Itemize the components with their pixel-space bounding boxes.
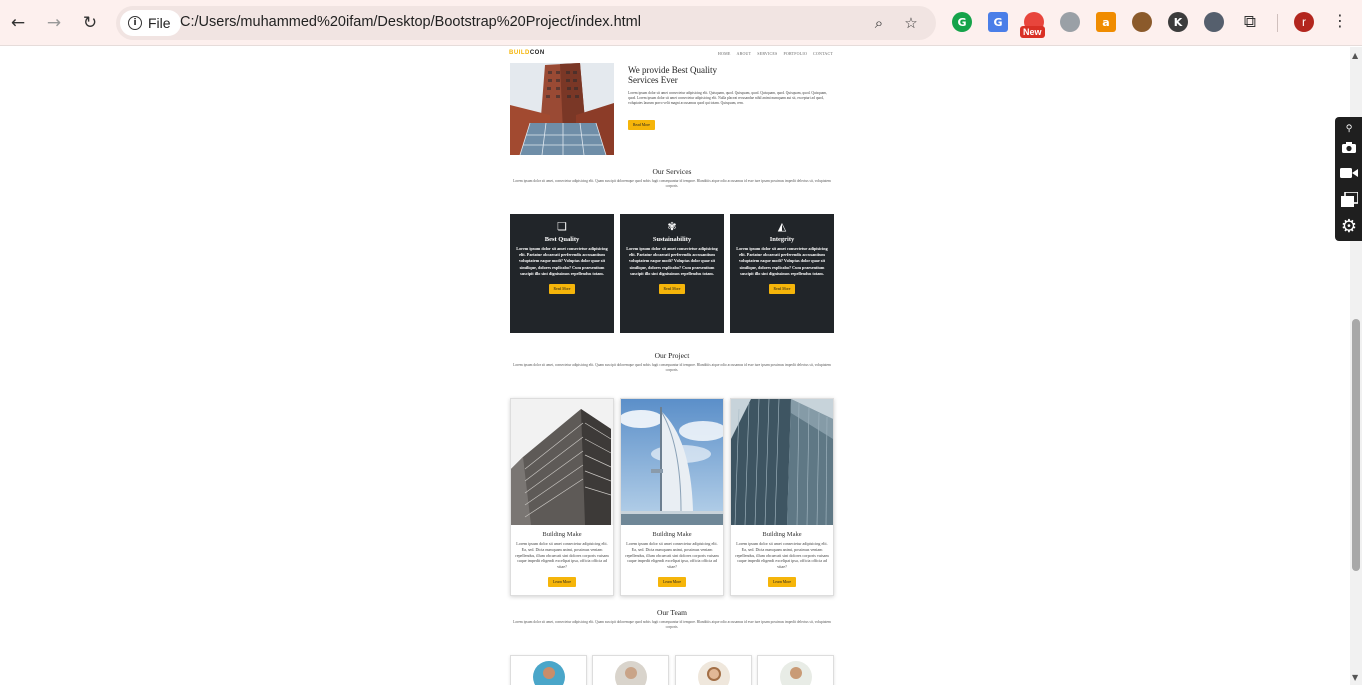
about-text-block: We provide Best Quality Services Ever Lo… — [628, 65, 833, 131]
team-card-2 — [592, 655, 669, 685]
url-text[interactable]: C:/Users/muhammed%20ifam/Desktop/Bootstr… — [180, 14, 641, 30]
site-navbar: BUILDCON HOME ABOUT SERVICES PORTFOLIO C… — [509, 50, 833, 60]
team-avatar — [533, 661, 565, 685]
service-card-integrity: ◭ Integrity Lorem ipsum dolor sit amet c… — [730, 214, 834, 333]
nav-portfolio[interactable]: PORTFOLIO — [783, 51, 807, 56]
project-card-2: Building Make Lorem ipsum dolor sit amet… — [620, 398, 724, 596]
project-learn-more-button[interactable]: Learn More — [657, 576, 687, 587]
service-body: Lorem ipsum dolor sit amet consectetur a… — [736, 246, 828, 276]
nav-home[interactable]: HOME — [718, 51, 731, 56]
project-building-image — [731, 399, 833, 525]
project-learn-more-button[interactable]: Learn More — [767, 576, 797, 587]
service-title: Best Quality — [544, 236, 580, 243]
web-extension-icon[interactable] — [1204, 12, 1224, 32]
service-title: Sustainability — [652, 236, 692, 243]
project-card-3: Building Make Lorem ipsum dolor sit amet… — [730, 398, 834, 596]
cookie-extension-icon[interactable] — [1132, 12, 1152, 32]
page-viewport: BUILDCON HOME ABOUT SERVICES PORTFOLIO C… — [0, 47, 1350, 685]
slack-icon: ✾ — [667, 220, 677, 233]
project-card-1: Building Make Lorem ipsum dolor sit amet… — [510, 398, 614, 596]
camera-icon[interactable] — [1339, 137, 1359, 157]
profile-avatar[interactable]: r — [1294, 12, 1314, 32]
info-icon: i — [128, 16, 142, 30]
about-paragraph: Lorem ipsum dolor sit amet consectetur a… — [628, 91, 828, 105]
project-body: Lorem ipsum dolor sit amet consectetur a… — [515, 541, 609, 570]
bookmark-star-icon[interactable]: ☆ — [900, 12, 922, 34]
amazon-extension-icon[interactable]: a — [1096, 12, 1116, 32]
team-card-3 — [675, 655, 752, 685]
team-card-4 — [757, 655, 834, 685]
nav-services[interactable]: SERVICES — [757, 51, 777, 56]
link-more-icon[interactable]: ⚲ — [1339, 119, 1359, 139]
zoom-icon[interactable]: ⌕ — [868, 12, 890, 34]
team-avatar — [780, 661, 812, 685]
about-title: We provide Best Quality Services Ever — [628, 65, 718, 85]
address-bar[interactable]: i File C:/Users/muhammed%20ifam/Desktop/… — [116, 6, 936, 40]
nav-about[interactable]: ABOUT — [737, 51, 752, 56]
windows-icon[interactable] — [1339, 189, 1359, 209]
service-read-more-button[interactable]: Read More — [658, 284, 686, 295]
team-avatar — [615, 661, 647, 685]
team-avatar — [698, 661, 730, 685]
nav-links: HOME ABOUT SERVICES PORTFOLIO CONTACT — [718, 51, 833, 56]
project-building-image — [621, 399, 723, 525]
projects-intro: Lorem ipsum dolor sit amet, consectetur … — [513, 363, 831, 372]
k-extension-icon[interactable]: K — [1168, 12, 1188, 32]
scroll-up-icon[interactable]: ▲ — [1352, 51, 1358, 60]
site-logo[interactable]: BUILDCON — [509, 50, 545, 56]
about-read-more-button[interactable]: Read More — [628, 120, 655, 130]
site-info-chip[interactable]: i File — [120, 10, 181, 36]
team-heading: Our Team — [657, 608, 687, 617]
scroll-down-icon[interactable]: ▼ — [1352, 673, 1358, 682]
nav-contact[interactable]: CONTACT — [813, 51, 833, 56]
service-title: Integrity — [769, 236, 795, 243]
forward-arrow-icon[interactable]: → — [42, 11, 66, 35]
video-camera-icon[interactable] — [1339, 163, 1359, 183]
toolbar-divider — [1277, 14, 1278, 32]
robot-extension-icon[interactable] — [1060, 12, 1080, 32]
scroll-thumb[interactable] — [1352, 319, 1360, 571]
new-badge: New — [1020, 26, 1045, 38]
service-read-more-button[interactable]: Read More — [768, 284, 796, 295]
playstation-icon: ◭ — [777, 220, 787, 233]
project-learn-more-button[interactable]: Learn More — [547, 576, 577, 587]
browser-toolbar: ← → ↻ i File C:/Users/muhammed%20ifam/De… — [0, 0, 1362, 46]
services-heading: Our Services — [652, 167, 692, 176]
settings-gear-icon[interactable]: ⚙ — [1339, 216, 1359, 237]
service-card-quality: ❏ Best Quality Lorem ipsum dolor sit ame… — [510, 214, 614, 333]
project-title: Building Make — [542, 531, 582, 538]
project-body: Lorem ipsum dolor sit amet consectetur a… — [735, 541, 829, 570]
project-building-image — [511, 399, 613, 525]
team-intro: Lorem ipsum dolor sit amet, consectetur … — [513, 620, 831, 629]
menu-icon[interactable]: ⋮ — [1332, 11, 1348, 30]
copy-icon: ❏ — [557, 220, 567, 233]
back-arrow-icon[interactable]: ← — [6, 11, 30, 35]
translate-extension-icon[interactable]: G — [988, 12, 1008, 32]
service-card-sustainability: ✾ Sustainability Lorem ipsum dolor sit a… — [620, 214, 724, 333]
logo-part-2: CON — [529, 50, 545, 56]
project-body: Lorem ipsum dolor sit amet consectetur a… — [625, 541, 719, 570]
project-title: Building Make — [652, 531, 692, 538]
services-intro: Lorem ipsum dolor sit amet, consectetur … — [513, 179, 831, 188]
logo-part-1: BUILD — [509, 50, 530, 56]
reload-icon[interactable]: ↻ — [78, 11, 102, 35]
screenshot-tool-panel: ⚲ ⚙ — [1335, 117, 1362, 241]
file-label: File — [148, 15, 171, 31]
grammarly-extension-icon[interactable]: G — [952, 12, 972, 32]
service-body: Lorem ipsum dolor sit amet consectetur a… — [626, 246, 718, 276]
about-building-image — [510, 63, 614, 155]
team-card-1 — [510, 655, 587, 685]
extensions-puzzle-icon[interactable]: ⧉ — [1238, 10, 1262, 34]
project-title: Building Make — [762, 531, 802, 538]
service-read-more-button[interactable]: Read More — [548, 284, 576, 295]
service-body: Lorem ipsum dolor sit amet consectetur a… — [516, 246, 608, 276]
projects-heading: Our Project — [654, 351, 690, 360]
